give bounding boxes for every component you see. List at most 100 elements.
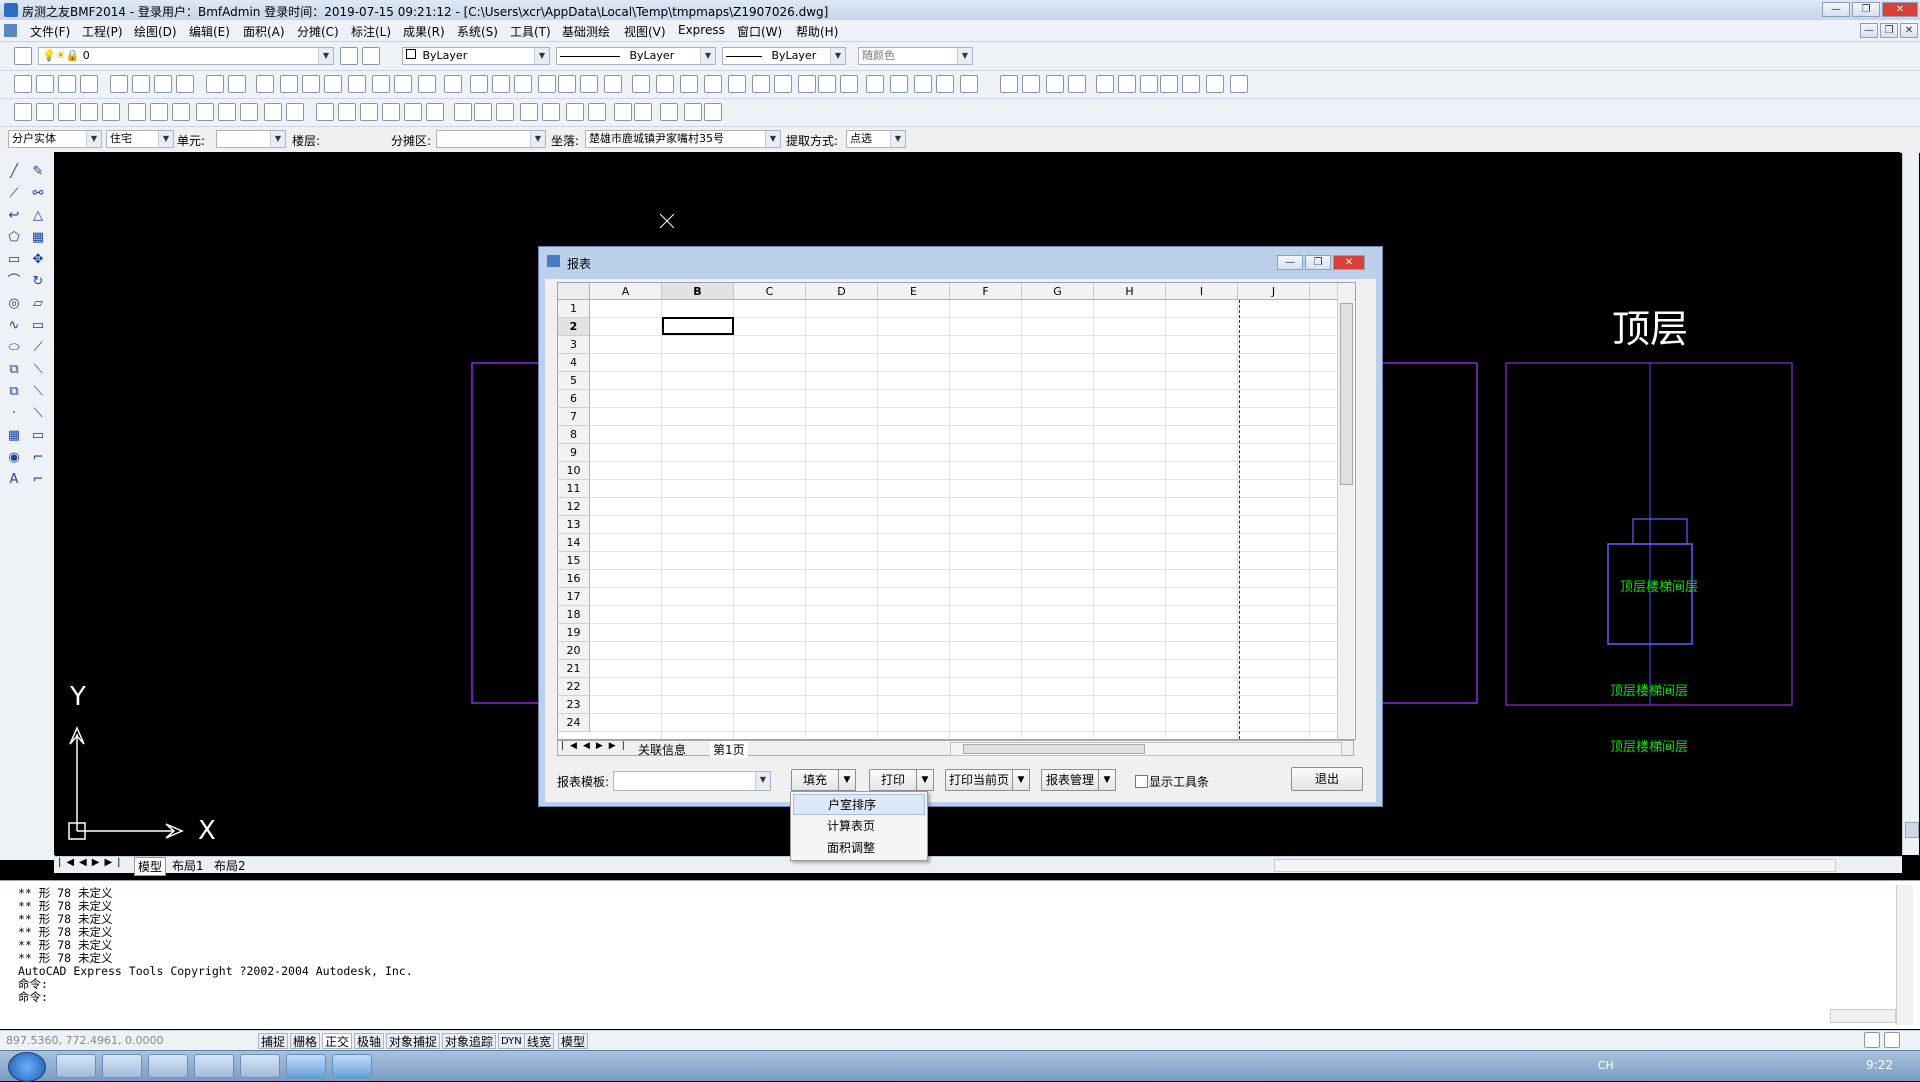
row-header[interactable]: 4 [558,354,590,372]
row-header[interactable]: 6 [558,390,590,408]
palette-tool-icon[interactable]: ▱ [30,296,46,312]
toolbar-tool-icon[interactable] [1000,75,1018,93]
palette-tool-icon[interactable]: ◉ [6,450,22,466]
layer-previous-icon[interactable] [362,47,380,65]
print-button[interactable]: 打印 [869,769,917,791]
toolbar-tool-icon[interactable] [660,103,678,121]
toolbar-tool-icon[interactable] [454,103,472,121]
print-dropdown-button[interactable]: ▼ [916,769,934,791]
entity-type-select[interactable]: 分户实体 ▼ [8,130,102,148]
menu-file[interactable]: 文件(F) [30,23,70,40]
taskbar-chrome[interactable] [240,1054,280,1078]
toolbar-tool-icon[interactable] [704,103,722,121]
toolbar-tool-icon[interactable] [1230,75,1248,93]
toggle-dyn[interactable]: DYN [498,1033,525,1049]
toolbar-tool-icon[interactable] [538,75,556,93]
toolbar-tool-icon[interactable] [588,103,606,121]
sheet-vscroll-thumb[interactable] [1340,303,1353,485]
menu-window[interactable]: 窗口(W) [737,23,782,40]
toolbar-tool-icon[interactable] [580,75,598,93]
row-header[interactable]: 19 [558,624,590,642]
toolbar-tool-icon[interactable] [818,75,836,93]
toolbar-tool-icon[interactable] [80,103,98,121]
column-header[interactable]: E [878,283,950,300]
row-header[interactable]: 20 [558,642,590,660]
sheet-nav-arrows[interactable]: |◀◀▶▶| [561,741,631,751]
toolbar-tool-icon[interactable] [394,75,412,93]
toolbar-tool-icon[interactable] [348,75,366,93]
toolbar-tool-icon[interactable] [110,75,128,93]
tab-model[interactable]: 模型 [134,857,167,876]
sheet-hscroll-thumb[interactable] [963,744,1145,754]
toggle-model[interactable]: 模型 [558,1033,589,1049]
report-manage-dropdown-button[interactable]: ▼ [1098,769,1116,791]
spreadsheet[interactable]: ABCDEFGHIJK 1234567891011121314151617181… [557,282,1356,740]
show-toolbar-label[interactable]: 显示工具条 [1149,773,1209,790]
fill-button[interactable]: 填充 [791,769,839,791]
palette-tool-icon[interactable]: ▭ [6,252,22,268]
column-header[interactable]: D [806,283,878,300]
taskbar-app-5[interactable] [286,1054,326,1078]
start-orb-icon[interactable] [8,1052,46,1082]
toolbar-tool-icon[interactable] [286,103,304,121]
usage-select[interactable]: 住宅 ▼ [106,130,174,148]
palette-tool-icon[interactable]: ◎ [6,296,22,312]
doc-restore-button[interactable]: ❐ [1880,23,1898,38]
drawing-vscroll[interactable] [1902,152,1919,855]
toolbar-tool-icon[interactable] [80,75,98,93]
menu-edit[interactable]: 编辑(E) [189,23,230,40]
toolbar-tool-icon[interactable] [492,75,510,93]
exit-button[interactable]: 退出 [1291,767,1363,791]
menu-item-calc-pages[interactable]: 计算表页 [793,816,925,837]
toolbar-tool-icon[interactable] [302,75,320,93]
row-header[interactable]: 1 [558,300,590,318]
command-hscroll[interactable] [1830,1009,1896,1023]
close-button[interactable]: ✕ [1882,2,1918,17]
menu-view[interactable]: 视图(V) [624,23,666,40]
toolbar-tool-icon[interactable] [324,75,342,93]
palette-tool-icon[interactable]: · [6,406,22,422]
palette-tool-icon[interactable]: ↩ [6,208,22,224]
taskbar-app-6[interactable] [332,1054,372,1078]
tray-settings-icon[interactable] [1864,1032,1880,1048]
toolbar-tool-icon[interactable] [316,103,334,121]
column-header[interactable]: B [662,283,734,300]
palette-tool-icon[interactable]: ⌐ [30,450,46,466]
toolbar-tool-icon[interactable] [1140,75,1158,93]
drawing-hscroll[interactable] [1274,859,1836,872]
menu-apportion[interactable]: 分摊(C) [297,23,339,40]
toolbar-tool-icon[interactable] [36,103,54,121]
tab-nav-arrows[interactable]: |◀◀▶▶| [58,857,126,868]
row-header[interactable]: 14 [558,534,590,552]
toolbar-tool-icon[interactable] [132,75,150,93]
menu-area[interactable]: 面积(A) [243,23,285,40]
tab-layout1[interactable]: 布局1 [172,857,204,874]
toolbar-tool-icon[interactable] [256,75,274,93]
menu-results[interactable]: 成果(R) [403,23,445,40]
unit-select[interactable]: ▼ [216,130,286,148]
template-select[interactable]: ▼ [613,771,771,791]
toggle-ortho[interactable]: 正交 [322,1033,353,1049]
palette-tool-icon[interactable]: ⟍ [30,362,46,378]
make-current-layer-icon[interactable] [340,47,358,65]
toolbar-tool-icon[interactable] [604,75,622,93]
menu-annotate[interactable]: 标注(L) [351,23,391,40]
vscroll-thumb[interactable] [1905,822,1919,838]
toolbar-tool-icon[interactable] [58,103,76,121]
toolbar-tool-icon[interactable] [1160,75,1178,93]
row-header[interactable]: 18 [558,606,590,624]
row-header[interactable]: 9 [558,444,590,462]
toolbar-tool-icon[interactable] [280,75,298,93]
toolbar-tool-icon[interactable] [680,75,698,93]
toggle-grid[interactable]: 栅格 [290,1033,321,1049]
toolbar-tool-icon[interactable] [1068,75,1086,93]
row-header[interactable]: 17 [558,588,590,606]
toolbar-tool-icon[interactable] [150,103,168,121]
toolbar-tool-icon[interactable] [1182,75,1200,93]
palette-tool-icon[interactable]: ⧉ [6,362,22,378]
row-header[interactable]: 11 [558,480,590,498]
column-header[interactable]: A [590,283,662,300]
palette-tool-icon[interactable]: ✥ [30,252,46,268]
toolbar-tool-icon[interactable] [914,75,932,93]
toolbar-tool-icon[interactable] [542,103,560,121]
